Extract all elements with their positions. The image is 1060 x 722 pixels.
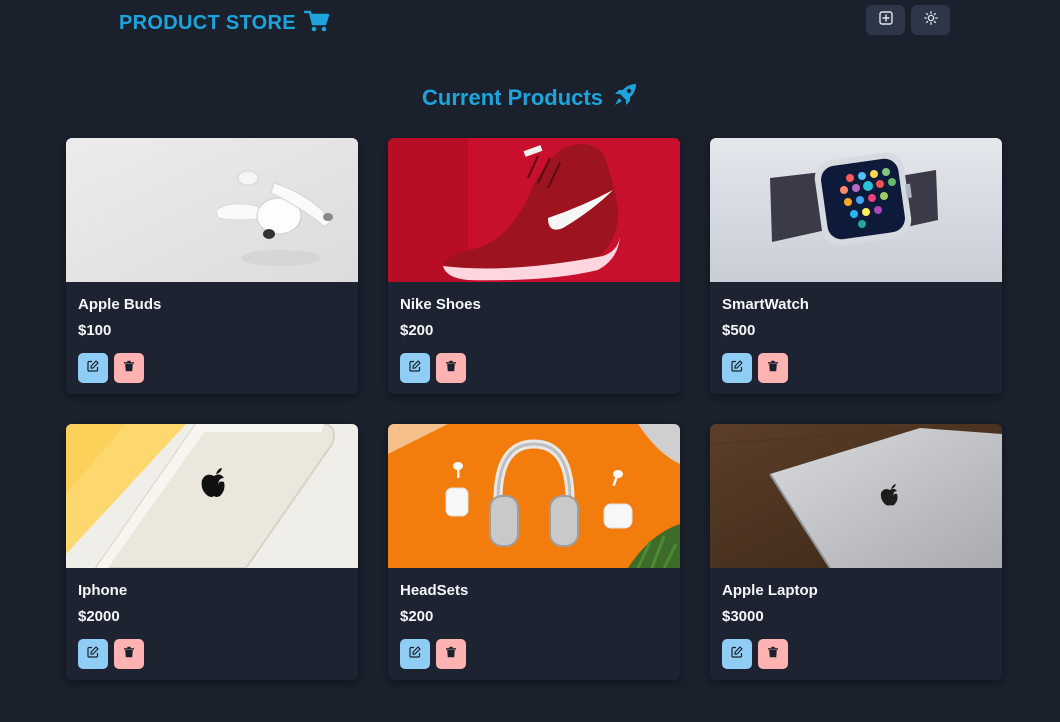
laptop-photo (710, 424, 1002, 568)
edit-button[interactable] (722, 353, 752, 383)
brand-title: PRODUCT STORE (119, 12, 296, 34)
page-title: Current Products (422, 84, 603, 110)
card-body: Apple Laptop $3000 (710, 568, 1002, 669)
product-price: $2000 (78, 608, 120, 625)
plus-square-icon (878, 10, 893, 30)
product-price: $200 (400, 322, 434, 339)
card-actions (400, 639, 668, 669)
product-card: Nike Shoes $200 (388, 138, 680, 394)
product-price: $3000 (722, 608, 764, 625)
edit-button[interactable] (400, 639, 430, 669)
card-actions (722, 353, 990, 383)
delete-button[interactable] (758, 639, 788, 669)
product-name: Iphone (78, 582, 128, 599)
product-image (388, 424, 680, 568)
edit-icon (409, 359, 421, 377)
nav-actions (866, 5, 950, 35)
smartwatch-photo (710, 138, 1002, 282)
edit-icon (87, 645, 99, 663)
delete-button[interactable] (114, 353, 144, 383)
product-card: Iphone $2000 (66, 424, 358, 680)
navbar: PRODUCT STORE (0, 0, 1060, 42)
rocket-icon (612, 82, 638, 113)
headphones-photo (388, 424, 680, 568)
edit-icon (731, 645, 743, 663)
create-product-button[interactable] (866, 5, 905, 35)
product-name: Nike Shoes (400, 296, 481, 313)
iphone-photo (66, 424, 358, 568)
sun-icon (923, 10, 938, 30)
card-actions (78, 353, 346, 383)
card-body: Iphone $2000 (66, 568, 358, 669)
delete-button[interactable] (114, 639, 144, 669)
nike-shoe-photo (388, 138, 680, 282)
trash-icon (445, 359, 457, 377)
trash-icon (767, 359, 779, 377)
edit-icon (87, 359, 99, 377)
product-price: $100 (78, 322, 112, 339)
product-image (710, 138, 1002, 282)
edit-button[interactable] (722, 639, 752, 669)
product-name: Apple Buds (78, 296, 162, 313)
theme-toggle-button[interactable] (911, 5, 950, 35)
card-body: SmartWatch $500 (710, 282, 1002, 383)
product-image (388, 138, 680, 282)
edit-button[interactable] (400, 353, 430, 383)
card-body: Nike Shoes $200 (388, 282, 680, 383)
card-body: HeadSets $200 (388, 568, 680, 669)
product-card: Apple Buds $100 (66, 138, 358, 394)
trash-icon (123, 645, 135, 663)
brand-link[interactable]: PRODUCT STORE (119, 9, 330, 38)
edit-button[interactable] (78, 639, 108, 669)
delete-button[interactable] (436, 639, 466, 669)
delete-button[interactable] (758, 353, 788, 383)
product-name: SmartWatch (722, 296, 809, 313)
product-card: HeadSets $200 (388, 424, 680, 680)
product-price: $200 (400, 608, 434, 625)
product-grid: Apple Buds $100 Nike Shoes $200 SmartWat… (66, 138, 1002, 680)
product-image (710, 424, 1002, 568)
shopping-cart-icon (303, 9, 330, 38)
product-name: HeadSets (400, 582, 469, 599)
edit-icon (409, 645, 421, 663)
card-actions (722, 639, 990, 669)
product-image (66, 424, 358, 568)
edit-icon (731, 359, 743, 377)
product-name: Apple Laptop (722, 582, 818, 599)
product-card: SmartWatch $500 (710, 138, 1002, 394)
section-header: Current Products (0, 82, 1060, 113)
edit-button[interactable] (78, 353, 108, 383)
product-price: $500 (722, 322, 756, 339)
airpods-photo (66, 138, 358, 282)
product-image (66, 138, 358, 282)
trash-icon (123, 359, 135, 377)
card-actions (400, 353, 668, 383)
product-card: Apple Laptop $3000 (710, 424, 1002, 680)
card-body: Apple Buds $100 (66, 282, 358, 383)
trash-icon (767, 645, 779, 663)
trash-icon (445, 645, 457, 663)
card-actions (78, 639, 346, 669)
delete-button[interactable] (436, 353, 466, 383)
